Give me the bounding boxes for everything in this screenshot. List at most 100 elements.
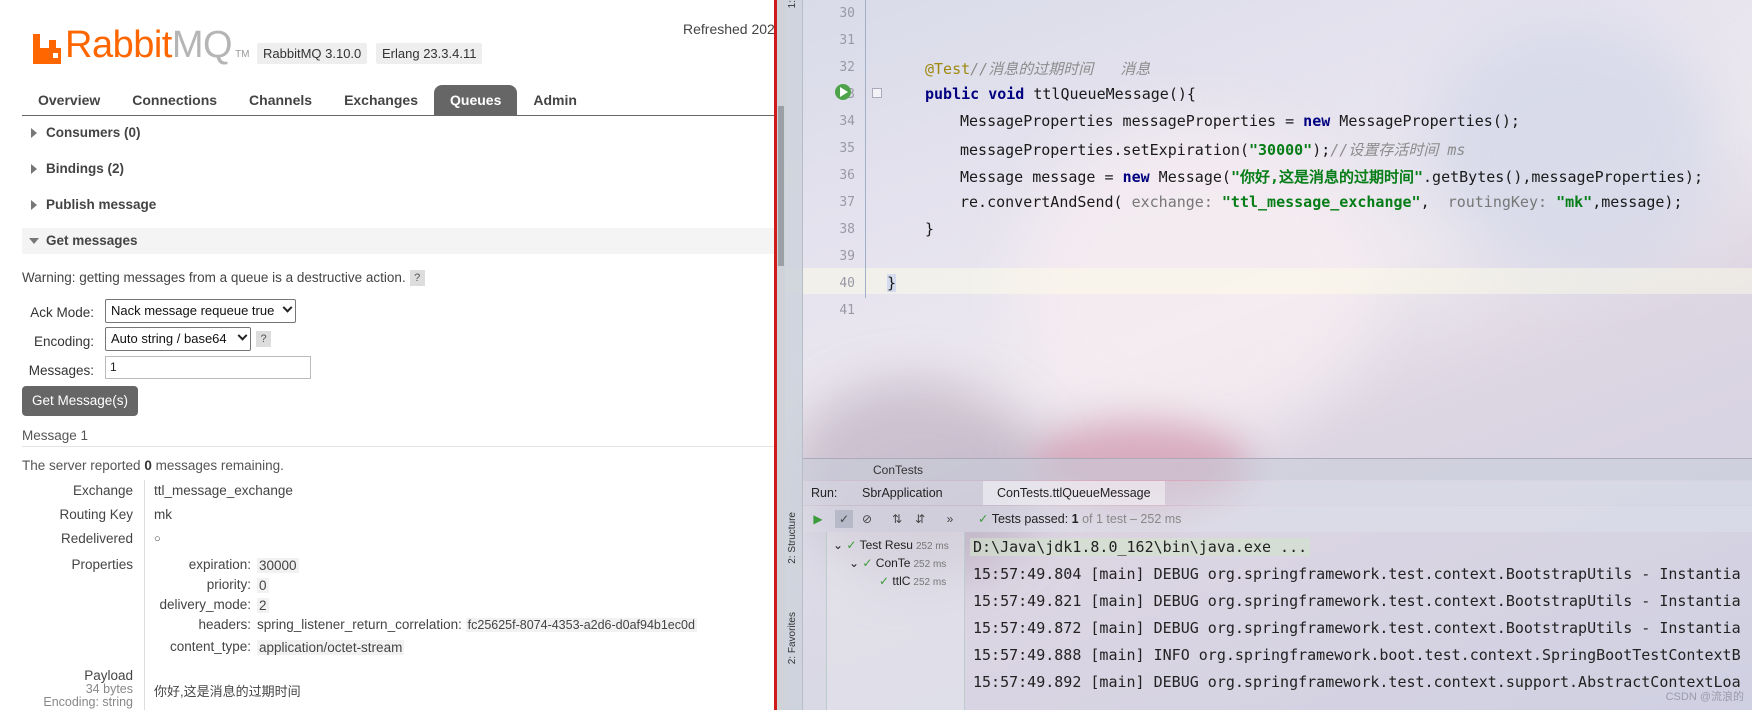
- rerun-icon[interactable]: ▶: [809, 510, 827, 528]
- run-toolbar: ▶ ✓ ⊘ ⇅ ⇵ » ✓ Tests passed: 1 of 1 test …: [803, 506, 1752, 532]
- check-icon: ✓: [862, 556, 873, 570]
- payload-label: Payload: [84, 668, 133, 683]
- help-icon[interactable]: ?: [256, 331, 271, 347]
- background-image: [1425, 20, 1725, 280]
- line-number: 37: [839, 195, 855, 210]
- ide-pane: 1: 2: Structure 2: Favorites 30 31 32 33…: [785, 0, 1752, 710]
- encoding-value: Auto string / base64: [111, 331, 227, 346]
- section-consumers-label: Consumers (0): [46, 125, 141, 140]
- line-number: 32: [839, 60, 855, 75]
- run-breadcrumb: ConTests: [803, 458, 1752, 480]
- section-get-messages[interactable]: Get messages: [22, 228, 775, 254]
- tab-queues[interactable]: Queues: [434, 85, 518, 116]
- line-number: 31: [839, 33, 855, 48]
- tree-item[interactable]: ✓ ttlC 252 ms: [879, 572, 946, 590]
- code-line-32[interactable]: @Test//消息的过期时间 消息: [925, 58, 1150, 79]
- warning-text: Warning: getting messages from a queue i…: [22, 270, 406, 285]
- tree-item[interactable]: ⌄ ✓ ConTe 252 ms: [849, 554, 946, 572]
- priority-value: 0: [257, 578, 269, 593]
- console-line: D:\Java\jdk1.8.0_162\bin\java.exe ...: [970, 538, 1311, 556]
- erlang-version-badge: Erlang 23.3.4.11: [376, 43, 483, 64]
- routing-key-label: Routing Key: [59, 507, 133, 522]
- section-publish-label: Publish message: [46, 197, 157, 212]
- console-line: 15:57:49.804 [main] DEBUG org.springfram…: [973, 565, 1741, 583]
- code-line-37[interactable]: re.convertAndSend( exchange: "ttl_messag…: [960, 193, 1683, 211]
- rabbitmq-logo[interactable]: RabbitMQ TM: [33, 24, 250, 64]
- collapsed-triangle-icon: [31, 164, 37, 174]
- ack-mode-select[interactable]: Nack message requeue true: [105, 299, 296, 323]
- help-icon[interactable]: ?: [409, 270, 425, 287]
- code-line-34[interactable]: MessageProperties messageProperties = ne…: [960, 112, 1520, 130]
- sort-duration-icon[interactable]: ⇵: [911, 510, 929, 528]
- priority-key: priority:: [206, 577, 251, 592]
- section-consumers[interactable]: Consumers (0): [22, 120, 775, 146]
- collapsed-triangle-icon: [31, 200, 37, 210]
- watermark: CSDN @流浪的: [1665, 691, 1744, 703]
- expiration-value: 30000: [257, 558, 299, 573]
- tab-admin[interactable]: Admin: [517, 85, 593, 116]
- exchange-label: Exchange: [72, 483, 133, 498]
- line-number: 41: [839, 303, 855, 318]
- encoding-select[interactable]: Auto string / base64: [105, 327, 251, 351]
- chevron-down-icon: [237, 330, 248, 341]
- remaining-count: 0: [144, 458, 152, 473]
- tab-exchanges[interactable]: Exchanges: [328, 85, 434, 116]
- code-line-36[interactable]: Message message = new Message("你好,这是消息的过…: [960, 166, 1703, 187]
- fold-marker-icon[interactable]: [872, 88, 882, 98]
- messages-count-input[interactable]: 1: [105, 356, 311, 379]
- code-line-33[interactable]: public void ttlQueueMessage(){: [925, 85, 1196, 103]
- code-line-35[interactable]: messageProperties.setExpiration("30000")…: [960, 139, 1465, 160]
- check-icon: ✓: [879, 574, 890, 588]
- tab-overview[interactable]: Overview: [22, 85, 116, 116]
- delivery-mode-value: 2: [257, 598, 269, 613]
- line-number: 36: [839, 168, 855, 183]
- current-line-highlight: [785, 268, 1752, 294]
- side-tab-project[interactable]: 1:: [787, 0, 798, 8]
- properties-label: Properties: [71, 557, 133, 572]
- code-line-40[interactable]: }: [887, 274, 897, 292]
- sort-alpha-icon[interactable]: ⇅: [888, 510, 906, 528]
- section-bindings-label: Bindings (2): [46, 161, 124, 176]
- logo-trademark: TM: [235, 49, 250, 60]
- tree-item[interactable]: ⌄ ✓ Test Resu 252 ms: [833, 536, 949, 554]
- side-tab-favorites[interactable]: 2: Favorites: [787, 612, 798, 664]
- more-icon[interactable]: »: [941, 510, 959, 528]
- line-number: 40: [839, 276, 855, 291]
- rabbitmq-management-pane: RabbitMQ TM RabbitMQ 3.10.0 Erlang 23.3.…: [0, 0, 775, 710]
- console-output[interactable]: D:\Java\jdk1.8.0_162\bin\java.exe ... 15…: [966, 532, 1752, 710]
- encoding-label: Encoding:: [33, 334, 94, 349]
- get-messages-button[interactable]: Get Message(s): [22, 386, 138, 416]
- code-line-38[interactable]: }: [925, 220, 934, 238]
- section-bindings[interactable]: Bindings (2): [22, 156, 775, 182]
- fold-guide: [865, 0, 866, 298]
- vertical-scrollbar[interactable]: [777, 0, 785, 710]
- line-number: 35: [839, 141, 855, 156]
- show-passed-icon[interactable]: ✓: [835, 510, 853, 528]
- side-tab-structure[interactable]: 2: Structure: [787, 512, 798, 564]
- test-results-tree: ⌄ ✓ Test Resu 252 ms ⌄ ✓ ConTe 252 ms ✓ tt…: [827, 532, 965, 710]
- console-line: 15:57:49.892 [main] DEBUG org.springfram…: [973, 673, 1741, 691]
- scrollbar-thumb[interactable]: [778, 106, 784, 266]
- show-ignored-icon[interactable]: ⊘: [858, 510, 876, 528]
- run-label: Run:: [811, 486, 838, 500]
- run-tab-ttlqueuemessage[interactable]: ConTests.ttlQueueMessage: [983, 481, 1165, 505]
- tests-passed-status: ✓ Tests passed: 1 of 1 test – 252 ms: [978, 512, 1182, 526]
- tab-channels[interactable]: Channels: [233, 85, 328, 116]
- ack-mode-value: Nack message requeue true: [111, 303, 275, 318]
- line-number: 30: [839, 6, 855, 21]
- run-tab-sbrapplication[interactable]: SbrApplication: [848, 481, 957, 505]
- payload-encoding: Encoding: string: [43, 695, 133, 709]
- payload-bytes: 34 bytes: [85, 682, 133, 696]
- redelivered-label: Redelivered: [60, 531, 133, 546]
- tab-connections[interactable]: Connections: [116, 85, 233, 116]
- content-type-value: application/octet-stream: [257, 640, 405, 655]
- run-test-gutter-icon[interactable]: [835, 84, 851, 100]
- console-line: 15:57:49.888 [main] INFO org.springframe…: [973, 646, 1741, 664]
- redelivered-value: ○: [154, 533, 161, 545]
- payload-value: 你好,这是消息的过期时间: [154, 684, 301, 699]
- refreshed-timestamp: Refreshed 2022-: [683, 21, 775, 37]
- message-title: Message 1: [22, 428, 89, 443]
- headers-key: headers:: [198, 617, 251, 632]
- delivery-mode-key: delivery_mode:: [159, 597, 251, 612]
- section-publish-message[interactable]: Publish message: [22, 192, 775, 218]
